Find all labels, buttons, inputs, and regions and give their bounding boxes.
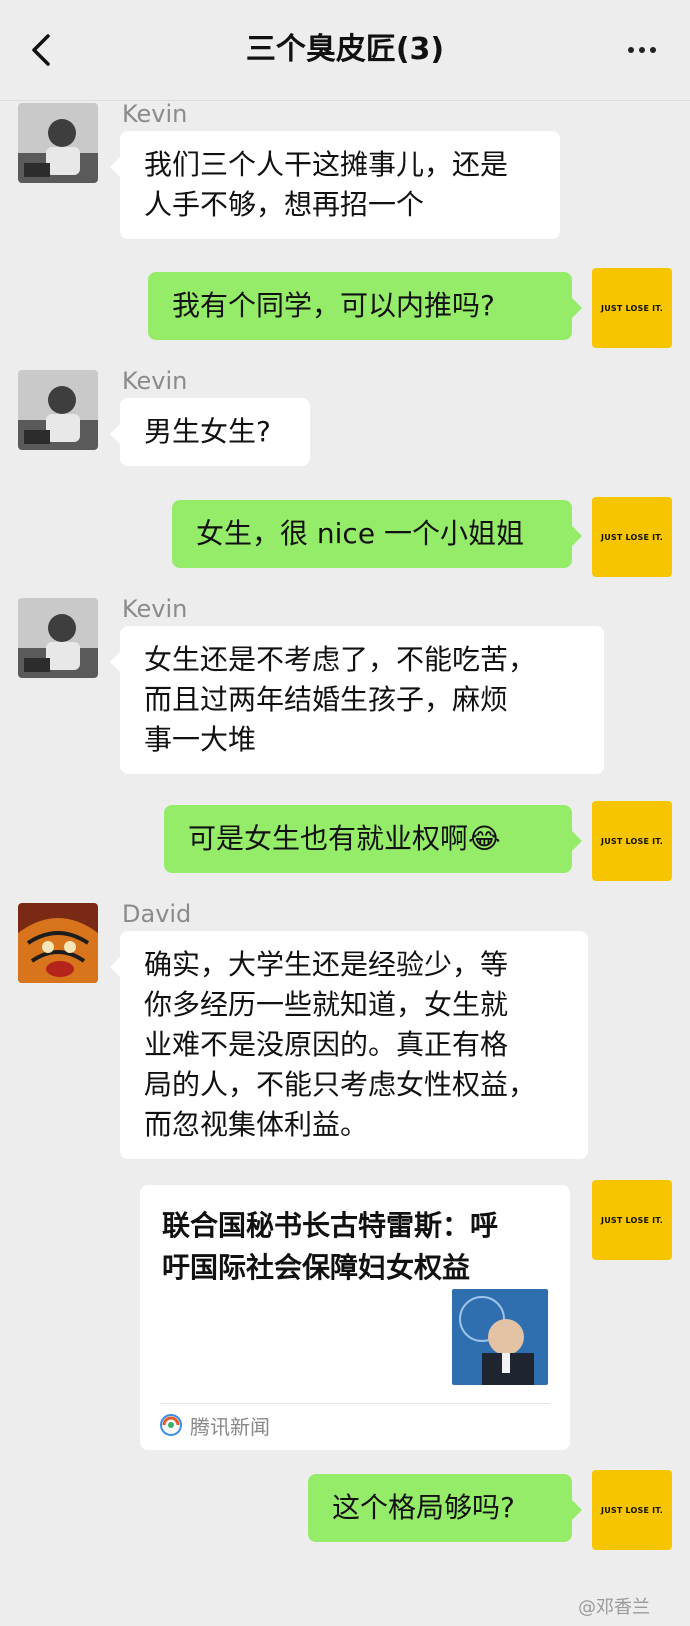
message-line: 局的人，不能只考虑女性权益， [144, 1068, 537, 1101]
avatar-text: JUST LOSE IT. [601, 836, 663, 846]
avatar-text: JUST LOSE IT. [601, 303, 663, 313]
kevin-avatar[interactable] [18, 103, 98, 183]
message-line: 而忽视集体利益。 [144, 1108, 369, 1141]
incoming-message[interactable]: 女生还是不考虑了，不能吃苦， 而且过两年结婚生孩子，麻烦 事一大堆 [110, 626, 604, 774]
news-thumbnail-image [452, 1289, 548, 1385]
outgoing-message[interactable]: 这个格局够吗? [308, 1474, 582, 1542]
avatar-text: JUST LOSE IT. [601, 1505, 663, 1515]
kevin-avatar[interactable] [18, 370, 98, 450]
tencent-news-logo-icon [160, 1414, 182, 1436]
chat-title: 三个臭皮匠(3) [245, 32, 445, 67]
message-line: 业难不是没原因的。真正有格 [144, 1028, 509, 1061]
incoming-message[interactable]: 我们三个人干这摊事儿，还是 人手不够，想再招一个 [110, 131, 560, 239]
message-text: 女生，很 nice 一个小姐姐 [196, 517, 524, 550]
message-line: 女生还是不考虑了，不能吃苦， [144, 643, 537, 676]
more-options-icon[interactable] [628, 38, 664, 58]
card-source-name: 腾讯新闻 [190, 1414, 270, 1439]
david-avatar[interactable] [18, 903, 98, 983]
message-text: 我有个同学，可以内推吗? [172, 289, 495, 322]
sender-name: Kevin [122, 367, 188, 395]
sender-name: Kevin [122, 595, 188, 623]
incoming-message[interactable]: 男生女生? [110, 398, 310, 466]
avatar-text: JUST LOSE IT. [601, 1215, 663, 1225]
avatar-text: JUST LOSE IT. [601, 532, 663, 542]
laughing-tears-emoji-icon: 😂 [468, 822, 501, 855]
outgoing-message[interactable]: 可是女生也有就业权啊😂 [164, 805, 582, 873]
message-text: 可是女生也有就业权啊 [188, 822, 469, 855]
message-line: 确实，大学生还是经验少，等 [144, 948, 509, 981]
incoming-message[interactable]: 确实，大学生还是经验少，等 你多经历一些就知道，女生就 业难不是没原因的。真正有… [110, 931, 588, 1159]
card-title: 联合国秘书长古特雷斯：呼 吁国际社会保障妇女权益 [162, 1205, 548, 1289]
self-avatar[interactable]: JUST LOSE IT. [592, 497, 672, 577]
outgoing-message[interactable]: 女生，很 nice 一个小姐姐 [172, 500, 582, 568]
message-text: 这个格局够吗? [332, 1491, 515, 1524]
self-avatar[interactable]: JUST LOSE IT. [592, 801, 672, 881]
message-text: 男生女生? [144, 415, 271, 448]
self-avatar[interactable]: JUST LOSE IT. [592, 1180, 672, 1260]
sender-name: Kevin [122, 100, 188, 128]
self-avatar[interactable]: JUST LOSE IT. [592, 1470, 672, 1550]
card-divider [160, 1403, 550, 1404]
self-avatar[interactable]: JUST LOSE IT. [592, 268, 672, 348]
weibo-watermark: @邓香兰 [578, 1597, 650, 1618]
kevin-avatar[interactable] [18, 598, 98, 678]
message-line: 我们三个人干这摊事儿，还是 [144, 148, 509, 181]
sender-name: David [122, 900, 192, 928]
message-line: 而且过两年结婚生孩子，麻烦 [144, 683, 509, 716]
message-line: 你多经历一些就知道，女生就 [144, 988, 509, 1021]
card-source: 腾讯新闻 [160, 1409, 270, 1441]
chat-header: 三个臭皮匠(3) [0, 0, 690, 101]
card-title-line: 联合国秘书长古特雷斯：呼 [162, 1209, 499, 1242]
card-title-line: 吁国际社会保障妇女权益 [162, 1251, 471, 1284]
message-line: 人手不够，想再招一个 [144, 188, 425, 221]
message-line: 事一大堆 [144, 723, 257, 756]
outgoing-message[interactable]: 我有个同学，可以内推吗? [148, 272, 582, 340]
news-link-card[interactable]: 联合国秘书长古特雷斯：呼 吁国际社会保障妇女权益 腾讯新闻 [140, 1185, 570, 1450]
